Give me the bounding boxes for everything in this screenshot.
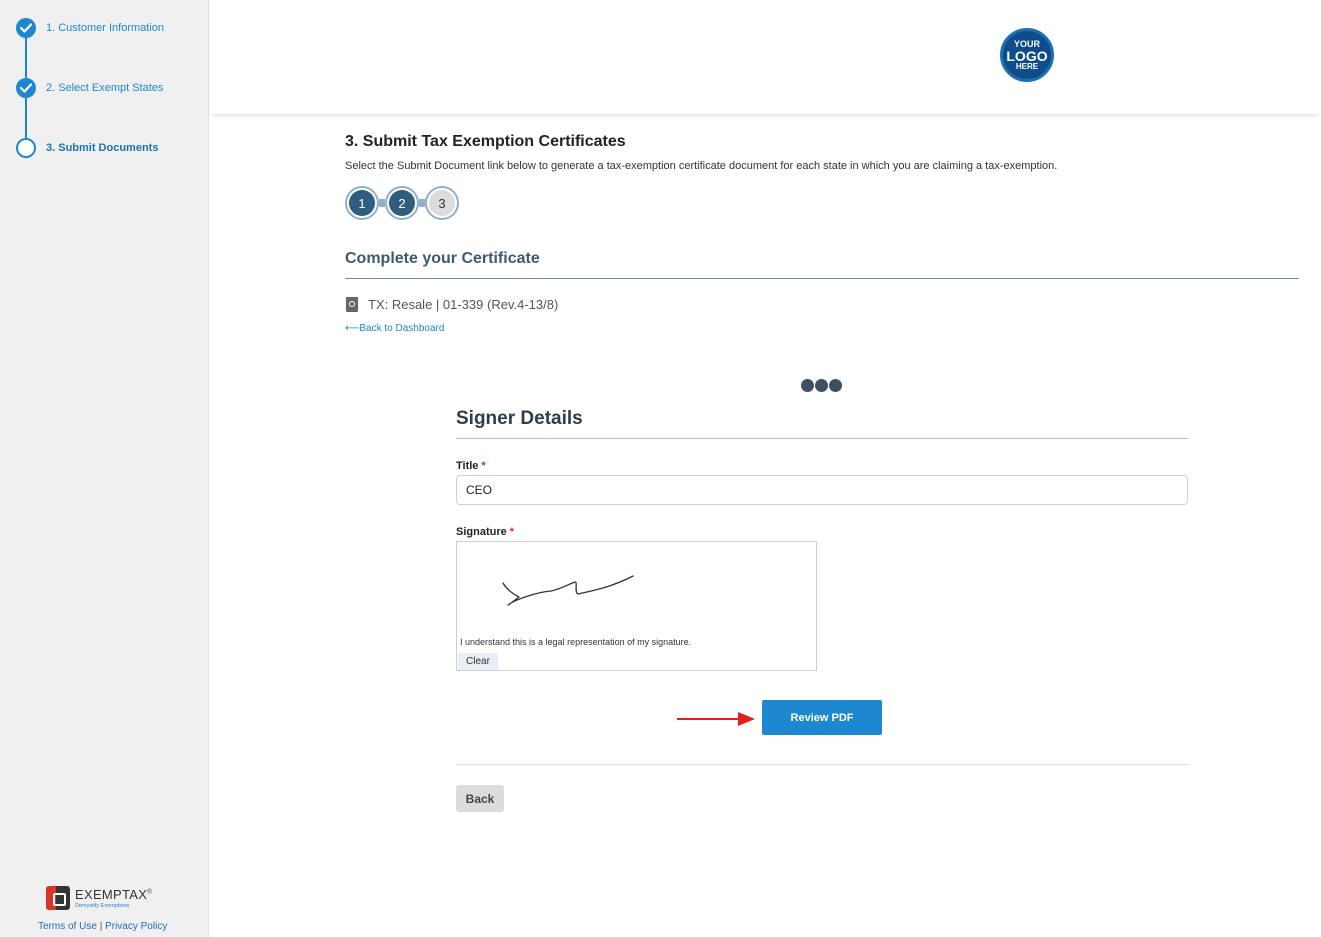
footer-links: Terms of Use | Privacy Policy [38, 921, 167, 932]
header: YOUR LOGO HERE [210, 0, 1321, 114]
privacy-policy-link[interactable]: Privacy Policy [105, 921, 167, 932]
page-description: Select the Submit Document link below to… [345, 160, 1058, 172]
progress-pills: 1 2 3 [345, 186, 459, 220]
progress-step-3[interactable]: 3 [425, 186, 459, 220]
logo-line: HERE [1015, 61, 1039, 71]
page-title: 3. Submit Tax Exemption Certificates [345, 133, 626, 150]
terms-of-use-link[interactable]: Terms of Use [38, 921, 97, 932]
certificate-row[interactable]: TX: Resale | 01-339 (Rev.4-13/8) [346, 297, 558, 312]
section-title: Complete your Certificate [345, 250, 540, 267]
signature-label-text: Signature [456, 526, 507, 538]
sidebar-step-label: 3. Submit Documents [46, 142, 159, 154]
brand-tagline: Demystify Exemptions [75, 902, 130, 909]
exemptax-logo-icon [46, 886, 70, 910]
clear-signature-button[interactable]: Clear [458, 653, 498, 670]
signature-label: Signature * [456, 526, 514, 538]
sidebar-step-customer-information[interactable]: 1. Customer Information [16, 18, 164, 38]
title-label: Title * [456, 460, 486, 472]
more-options-icon[interactable] [801, 379, 843, 392]
annotation-arrow-icon [677, 712, 755, 726]
sidebar-step-submit-documents[interactable]: 3. Submit Documents [16, 138, 158, 158]
back-button[interactable]: Back [456, 785, 504, 812]
step-connector [25, 38, 27, 78]
title-label-text: Title [456, 460, 479, 472]
progress-step-number: 1 [349, 190, 375, 216]
signature-drawing [502, 575, 634, 606]
back-to-dashboard-link[interactable]: ⟵Back to Dashboard [345, 323, 444, 334]
signature-disclaimer: I understand this is a legal representat… [460, 637, 692, 647]
sidebar-step-label: 1. Customer Information [46, 22, 164, 34]
signer-divider [456, 438, 1188, 439]
footer-separator: | [99, 921, 103, 932]
step-circle-icon [16, 138, 36, 158]
check-icon [16, 18, 36, 38]
back-to-dashboard-label: Back to Dashboard [359, 323, 445, 334]
sidebar: 1. Customer Information 2. Select Exempt… [0, 0, 209, 937]
logo-line: LOGO [1006, 47, 1048, 64]
exemptax-logo: EXEMPTAX® Demystify Exemptions [46, 886, 152, 910]
sidebar-step-select-exempt-states[interactable]: 2. Select Exempt States [16, 78, 163, 98]
back-arrow-icon: ⟵ [345, 323, 360, 334]
progress-step-2[interactable]: 2 [385, 186, 419, 220]
sidebar-step-label: 2. Select Exempt States [46, 82, 164, 94]
document-search-icon [346, 297, 360, 312]
step-connector [25, 98, 27, 138]
title-input[interactable] [456, 475, 1188, 505]
signature-pad[interactable]: I understand this is a legal representat… [456, 541, 817, 671]
progress-step-number: 2 [389, 190, 415, 216]
progress-step-1[interactable]: 1 [345, 186, 379, 220]
check-icon [16, 78, 36, 98]
review-pdf-button[interactable]: Review PDF [762, 700, 882, 735]
progress-step-number: 3 [429, 190, 455, 216]
required-marker: * [509, 526, 515, 538]
section-divider [345, 278, 1299, 279]
brand-name: EXEMPTAX [75, 886, 148, 902]
form-footer-divider [456, 764, 1188, 765]
certificate-name: TX: Resale | 01-339 (Rev.4-13/8) [368, 297, 559, 312]
company-logo: YOUR LOGO HERE [1000, 28, 1054, 82]
signer-details-heading: Signer Details [456, 408, 583, 429]
required-marker: * [481, 460, 486, 472]
